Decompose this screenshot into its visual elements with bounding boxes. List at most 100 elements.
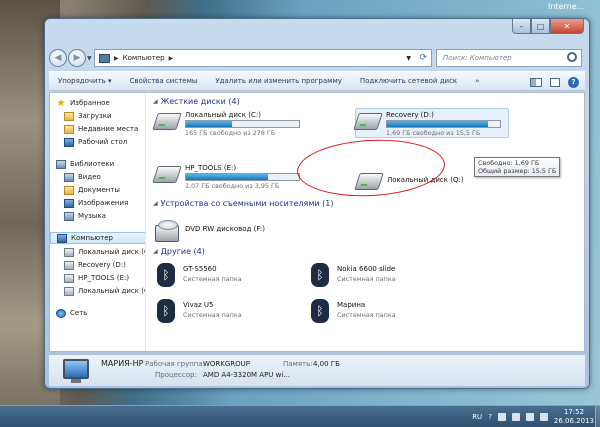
explorer-window: – □ ✕ ◀ ▶ ▼ ▶ Компьютер ▶ ▼ ⟳ Поиск: Ком… — [44, 18, 590, 389]
sidebar-item-drive-d[interactable]: Recovery (D:) — [64, 259, 126, 271]
language-indicator[interactable]: RU — [472, 413, 482, 421]
device-tile[interactable]: ᛒ GT-S5560 Системная папка — [155, 263, 305, 293]
sidebar-item-drive-c[interactable]: Локальный диск (C — [64, 246, 145, 258]
sidebar-item-downloads[interactable]: Загрузки — [64, 110, 112, 122]
address-bar[interactable]: ▶ Компьютер ▶ ▼ ⟳ — [94, 49, 432, 67]
organize-button[interactable]: Упорядочить ▾ — [58, 77, 112, 85]
memory-value: 4,00 ГБ — [313, 360, 340, 368]
help-tray-icon[interactable]: ? — [488, 413, 492, 421]
change-view-icon[interactable] — [530, 77, 542, 87]
pictures-library-icon — [64, 198, 74, 208]
collapse-icon[interactable]: ◢ — [153, 248, 158, 255]
search-icon[interactable] — [567, 52, 577, 62]
sidebar-item-network[interactable]: Сеть — [56, 307, 87, 319]
usage-bar-fill — [186, 121, 233, 127]
sidebar-item-recent[interactable]: Недавние места — [64, 123, 138, 135]
drive-tile-q[interactable]: Локальный диск (Q:) — [354, 169, 507, 199]
minimize-button[interactable]: – — [512, 19, 531, 34]
network-icon — [56, 308, 66, 318]
content-area: ★ Избранное Загрузки Недавние места Рабоч… — [49, 92, 585, 352]
sidebar-item-images[interactable]: Изображения — [64, 197, 128, 209]
usage-bar — [185, 173, 300, 181]
drive-tile-c[interactable]: Локальный диск (C:) 165 ГБ свободно из 2… — [152, 109, 305, 139]
drive-tile-d[interactable]: Recovery (D:) 1,69 ГБ свободно из 15,5 Г… — [353, 108, 509, 138]
network-tray-icon[interactable] — [511, 413, 520, 421]
forward-button[interactable]: ▶ — [68, 49, 86, 67]
show-desktop-button[interactable] — [595, 406, 600, 427]
forward-arrow-icon: ▶ — [73, 53, 81, 63]
search-placeholder: Поиск: Компьютер — [443, 54, 512, 62]
collapse-icon[interactable]: ◢ — [153, 200, 158, 207]
music-library-icon — [64, 211, 74, 221]
group-hard-disks[interactable]: ◢ Жесткие диски (4) — [153, 97, 240, 106]
computer-name: МАРИЯ-HP — [101, 359, 144, 368]
sidebar-item-video[interactable]: Видео — [64, 171, 101, 183]
usage-bar-fill — [186, 174, 269, 180]
computer-icon — [99, 53, 110, 63]
drive-icon — [64, 247, 74, 257]
processor-value: AMD A4-3320M APU wi... — [203, 371, 290, 379]
hard-disk-icon — [152, 113, 182, 130]
preview-pane-icon[interactable] — [550, 77, 560, 87]
usage-bar — [386, 120, 501, 128]
device-tile[interactable]: ᛒ Nokia 6600 slide Системная папка — [309, 263, 459, 293]
history-dropdown-icon[interactable]: ▼ — [87, 55, 92, 62]
drive-icon — [64, 260, 74, 270]
recent-places-icon — [64, 124, 74, 134]
usage-bar-fill — [387, 121, 488, 127]
background-window-title: Interne... — [548, 2, 585, 11]
refresh-icon[interactable]: ⟳ — [419, 53, 427, 63]
breadcrumb-computer[interactable]: Компьютер — [123, 54, 165, 62]
dvd-drive-tile[interactable]: DVD RW дисковод (F:) — [155, 215, 305, 245]
clock[interactable]: 17:52 26.06.2013 — [554, 408, 594, 426]
system-tray: RU ? 17:52 26.06.2013 — [472, 408, 594, 426]
breadcrumb-chevron-icon[interactable]: ▶ — [169, 55, 174, 62]
back-button[interactable]: ◀ — [49, 49, 67, 67]
sidebar-item-computer[interactable]: Компьютер — [50, 232, 145, 244]
uninstall-program-button[interactable]: Удалить или изменить программу — [215, 77, 341, 85]
map-network-drive-button[interactable]: Подключить сетевой диск — [360, 77, 457, 85]
search-input[interactable]: Поиск: Компьютер — [436, 49, 582, 67]
sidebar-item-favorites[interactable]: ★ Избранное — [56, 97, 110, 109]
usage-bar — [185, 120, 300, 128]
dvd-drive-icon — [155, 220, 179, 242]
breadcrumb-separator-icon[interactable]: ▶ — [114, 55, 119, 62]
more-commands-button[interactable]: » — [475, 77, 479, 85]
device-tile[interactable]: ᛒ Vivaz U5 Системная папка — [155, 299, 305, 329]
sidebar-item-music[interactable]: Музыка — [64, 210, 106, 222]
drive-icon — [64, 286, 74, 296]
libraries-icon — [56, 159, 66, 169]
address-dropdown-icon[interactable]: ▼ — [406, 55, 411, 62]
hard-disk-icon — [354, 173, 384, 190]
sidebar-item-desktop[interactable]: Рабочий стол — [64, 136, 127, 148]
navigation-bar: ◀ ▶ ▼ ▶ Компьютер ▶ ▼ ⟳ Поиск: Компьютер — [49, 47, 585, 69]
group-removable[interactable]: ◢ Устройства со съемными носителями (1) — [153, 199, 333, 208]
sidebar-item-libraries[interactable]: Библиотеки — [56, 158, 114, 170]
maximize-button[interactable]: □ — [531, 19, 550, 34]
close-button[interactable]: ✕ — [550, 19, 584, 34]
bluetooth-icon: ᛒ — [157, 263, 175, 287]
bluetooth-icon: ᛒ — [311, 299, 329, 323]
bluetooth-icon: ᛒ — [311, 263, 329, 287]
group-other[interactable]: ◢ Другие (4) — [153, 247, 205, 256]
documents-library-icon — [64, 185, 74, 195]
collapse-icon[interactable]: ◢ — [153, 98, 158, 105]
desktop-icon — [64, 137, 74, 147]
flag-tray-icon[interactable] — [525, 413, 534, 421]
items-view: ◢ Жесткие диски (4) Локальный диск (C:) … — [147, 93, 584, 351]
details-pane: МАРИЯ-HP Рабочая группа: WORKGROUP Памят… — [49, 354, 585, 386]
device-tile[interactable]: ᛒ Марина Системная папка — [309, 299, 459, 329]
hard-disk-icon — [353, 113, 383, 130]
drive-tile-e[interactable]: HP_TOOLS (E:) 1,07 ГБ свободно из 3,95 Г… — [152, 162, 305, 192]
sidebar-item-documents[interactable]: Документы — [64, 184, 120, 196]
help-icon[interactable]: ? — [568, 76, 579, 88]
hard-disk-icon — [152, 166, 182, 183]
sidebar-item-drive-q[interactable]: Локальный диск (Q — [64, 285, 145, 297]
show-hidden-icons-icon[interactable] — [497, 413, 506, 421]
drive-icon — [64, 273, 74, 283]
star-icon: ★ — [56, 97, 66, 109]
volume-tray-icon[interactable] — [539, 413, 548, 421]
system-properties-button[interactable]: Свойства системы — [130, 77, 198, 85]
caption-buttons: – □ ✕ — [512, 19, 584, 34]
sidebar-item-drive-e[interactable]: HP_TOOLS (E:) — [64, 272, 129, 284]
